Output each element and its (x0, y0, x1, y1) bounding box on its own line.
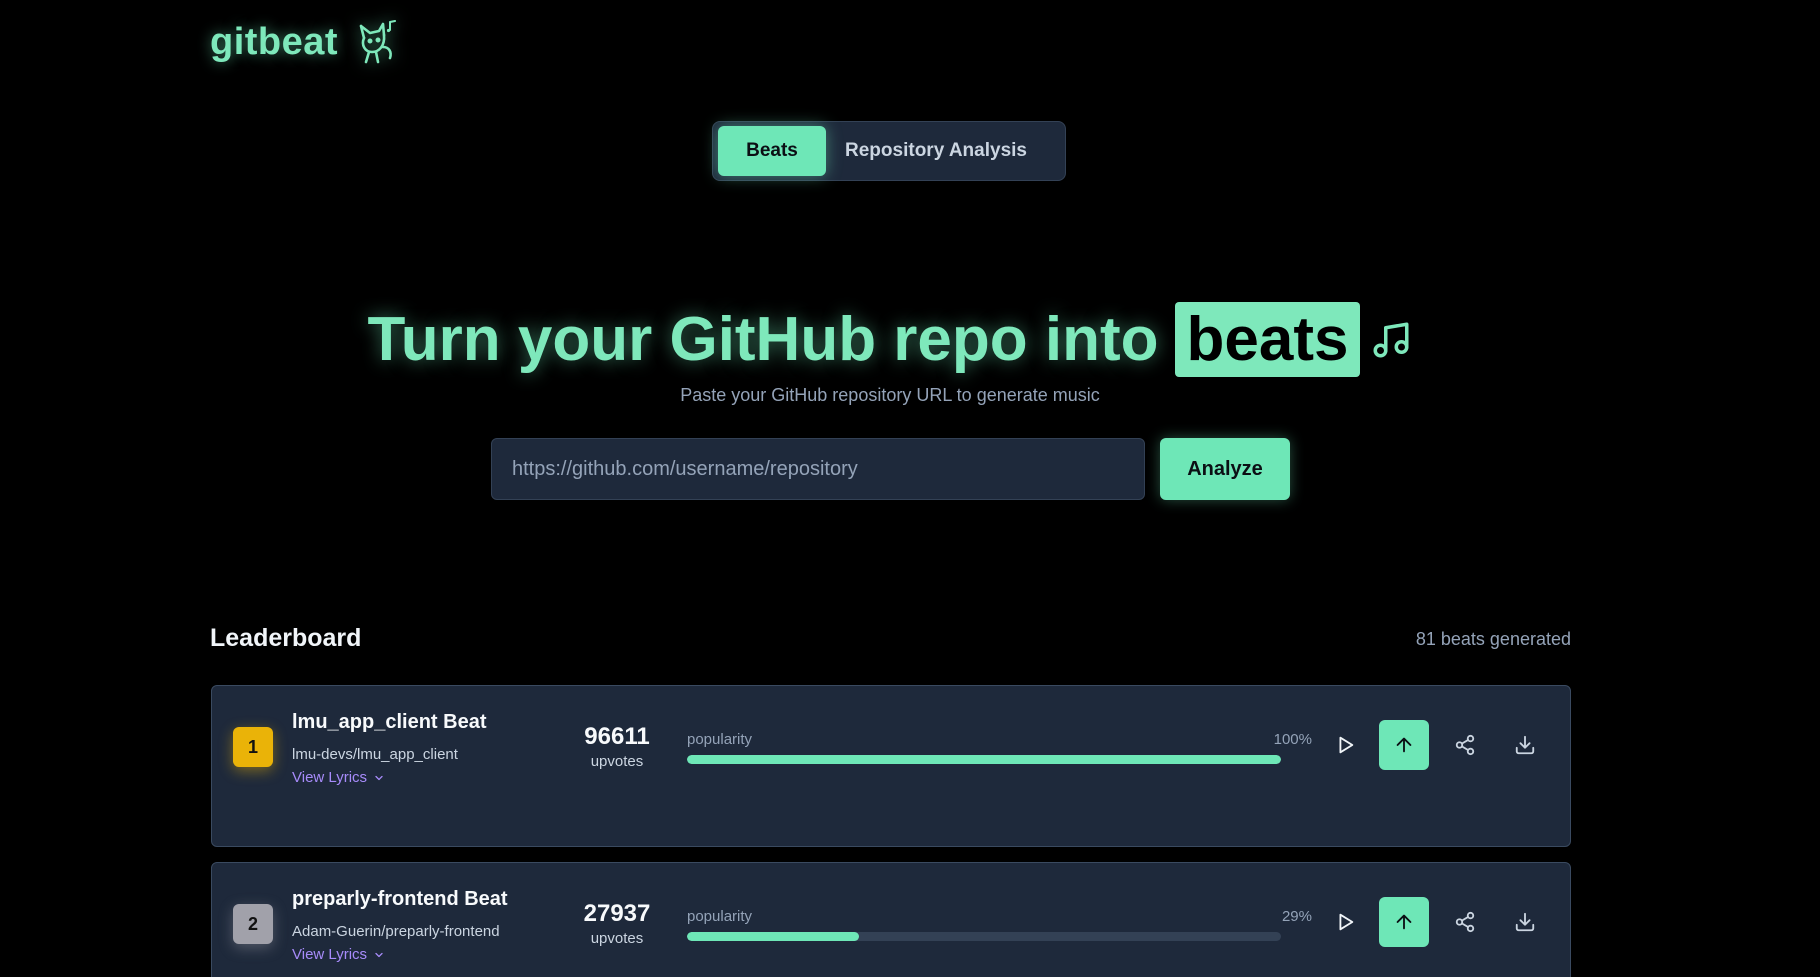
share-icon (1455, 734, 1475, 756)
play-icon (1339, 913, 1354, 931)
popularity-label: popularity (687, 731, 753, 748)
upvote-button[interactable] (1379, 720, 1429, 770)
leaderboard-title: Leaderboard (210, 624, 362, 652)
view-lyrics-label: View Lyrics (292, 946, 368, 963)
hero-title: Turn your GitHub repo into beats (0, 302, 1780, 377)
upvote-label: upvotes (590, 753, 644, 770)
chevron-down-icon (375, 952, 383, 957)
beat-name: lmu_app_client Beat (292, 711, 487, 733)
beat-repo: Adam-Guerin/preparly-frontend (292, 923, 500, 940)
download-icon (1515, 735, 1535, 755)
upvote-button[interactable] (1379, 897, 1429, 947)
upvote-label: upvotes (590, 930, 644, 947)
tab-beats[interactable]: Beats (718, 126, 826, 176)
play-button[interactable] (1320, 897, 1370, 947)
share-button[interactable] (1440, 720, 1490, 770)
download-button[interactable] (1500, 720, 1550, 770)
logo[interactable]: gitbeat (210, 18, 398, 66)
leaderboard-entry: 2 preparly-frontend Beat Adam-Guerin/pre… (211, 862, 1571, 977)
popularity-bar-fill (687, 755, 1281, 764)
hero-title-text: Turn your GitHub repo into (367, 305, 1159, 374)
music-note-icon (1373, 322, 1409, 357)
arrow-up-icon (1396, 737, 1412, 753)
view-lyrics-toggle[interactable]: View Lyrics (292, 769, 385, 786)
rank-badge: 1 (233, 727, 273, 767)
share-icon (1455, 911, 1475, 933)
upvote-number: 27937 (583, 900, 651, 927)
analyze-button[interactable]: Analyze (1160, 438, 1290, 500)
popularity-bar (687, 932, 1281, 941)
beats-count: 81 beats generated (1415, 629, 1571, 649)
rank-badge: 2 (233, 904, 273, 944)
leaderboard-entry: 1 lmu_app_client Beat lmu-devs/lmu_app_c… (211, 685, 1571, 847)
play-icon (1339, 736, 1354, 754)
share-button[interactable] (1440, 897, 1490, 947)
page: gitbeat Beats Repository Analysis Turn y… (0, 0, 1820, 977)
arrow-up-icon (1396, 914, 1412, 930)
download-icon (1515, 912, 1535, 932)
chevron-down-icon (375, 775, 383, 780)
popularity-bar-fill (687, 932, 860, 941)
popularity-bar (687, 755, 1281, 764)
cat-music-icon (359, 20, 397, 64)
upvote-count: 96611 upvotes (572, 723, 662, 770)
view-lyrics-toggle[interactable]: View Lyrics (292, 946, 385, 963)
hero-title-highlight: beats (1174, 302, 1361, 377)
download-button[interactable] (1500, 897, 1550, 947)
popularity-label: popularity (687, 908, 753, 925)
logo-text: gitbeat (210, 20, 339, 63)
hero-subtitle: Paste your GitHub repository URL to gene… (680, 385, 1100, 405)
upvote-number: 96611 (584, 723, 650, 750)
popularity-percent: 29% (1281, 908, 1312, 925)
beat-name: preparly-frontend Beat (292, 888, 508, 910)
view-lyrics-label: View Lyrics (292, 769, 368, 786)
popularity-percent: 100% (1273, 731, 1312, 748)
play-button[interactable] (1320, 720, 1370, 770)
repo-url-input[interactable] (491, 438, 1145, 500)
view-tabs: Beats Repository Analysis (712, 121, 1066, 181)
tab-repository-analysis[interactable]: Repository Analysis (836, 126, 1036, 176)
beat-repo: lmu-devs/lmu_app_client (292, 746, 458, 763)
upvote-count: 27937 upvotes (572, 900, 662, 947)
